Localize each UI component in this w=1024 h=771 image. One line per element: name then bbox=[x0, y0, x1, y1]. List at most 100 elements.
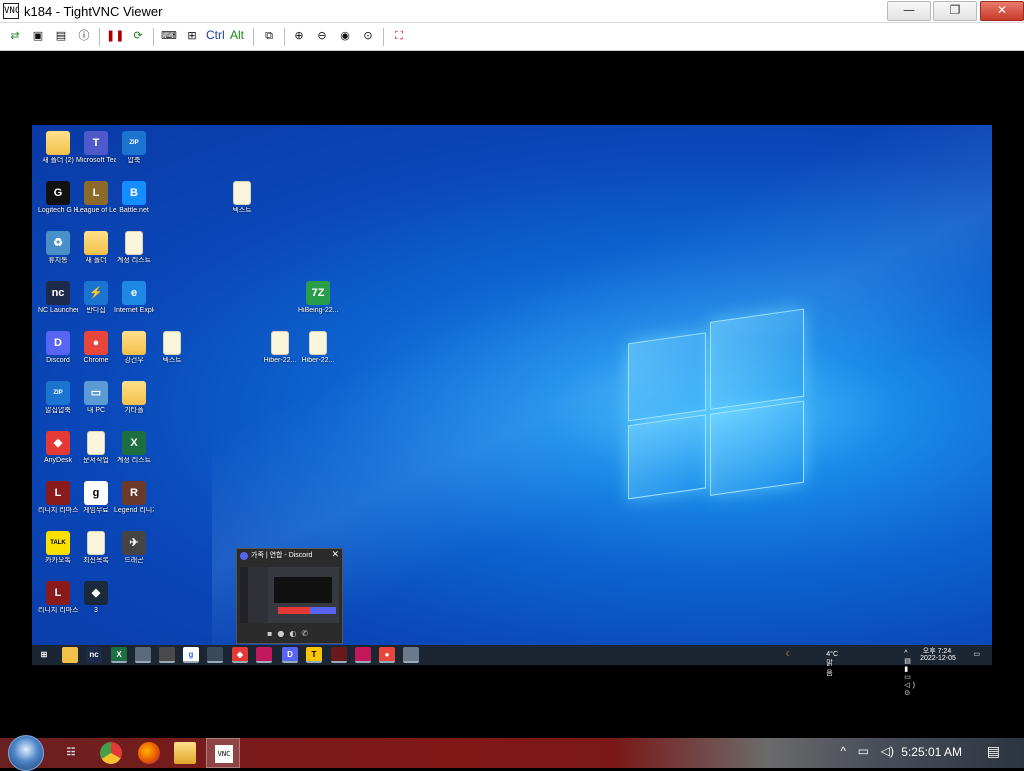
document-icon bbox=[87, 531, 105, 555]
zoom-in-icon[interactable]: ⊕ bbox=[290, 27, 308, 45]
desktop-icon[interactable]: R Legend 리니지 bbox=[114, 481, 154, 515]
start-button[interactable] bbox=[8, 735, 44, 771]
desktop-icon[interactable]: ⚡ 반디집 bbox=[76, 281, 116, 315]
desktop-icon[interactable]: ZIP 알집압축 bbox=[38, 381, 78, 415]
notification-icon[interactable]: ▭ bbox=[973, 650, 980, 658]
volume-icon[interactable]: ◁) bbox=[881, 744, 894, 758]
weather-text[interactable]: 4°C 맑음 bbox=[826, 651, 838, 678]
desktop-icon[interactable]: 기타폴 bbox=[114, 381, 154, 415]
dragon-icon: ✈ bbox=[122, 531, 146, 555]
remote-clock-date[interactable]: 2022-12-05 bbox=[916, 655, 960, 662]
host-taskbar: ☷ VNC bbox=[0, 738, 1024, 768]
desktop-icon[interactable]: ✈ 드래곤 bbox=[114, 531, 154, 565]
alt-key-button[interactable]: Alt bbox=[230, 28, 244, 42]
desktop-icon[interactable]: nc NC Launcher 2 bbox=[38, 281, 78, 315]
app-icon[interactable] bbox=[256, 647, 272, 663]
app-icon[interactable] bbox=[403, 647, 419, 663]
desktop-icon[interactable]: D Discord bbox=[38, 331, 78, 365]
ctrl-key-button[interactable]: Ctrl bbox=[206, 28, 225, 42]
desktop-icon[interactable]: 문서작업 bbox=[76, 431, 116, 465]
anydesk-icon[interactable]: ◆ bbox=[232, 647, 248, 663]
chrome-icon[interactable]: ● bbox=[379, 647, 395, 663]
desktop-icon[interactable]: Hiber-22... bbox=[298, 331, 338, 365]
windows-start-icon[interactable]: ⊞ bbox=[36, 647, 52, 663]
file-explorer-icon[interactable] bbox=[174, 742, 196, 764]
info-icon[interactable]: ⓘ bbox=[75, 27, 93, 45]
desktop-icon[interactable]: 텍스트 bbox=[152, 331, 192, 365]
game-icon[interactable]: g bbox=[183, 647, 199, 663]
desktop-icon[interactable]: L 리니지 리마스터 bbox=[38, 581, 78, 615]
discord-icon[interactable]: D bbox=[282, 647, 298, 663]
desktop-icon-label: 알집압축 bbox=[45, 407, 71, 414]
discord-window-thumbnail bbox=[240, 567, 339, 623]
desktop-icon[interactable]: ● Chrome bbox=[76, 331, 116, 365]
desktop-icon[interactable]: ZIP 압축 bbox=[114, 131, 154, 165]
tightvnc-taskbar-button[interactable]: VNC bbox=[206, 738, 240, 768]
desktop-icon[interactable]: 텍스트 bbox=[222, 181, 262, 215]
chrome-icon[interactable] bbox=[100, 742, 122, 764]
copy-clipboard-icon[interactable]: ⧉ bbox=[260, 27, 278, 45]
desktop-icon[interactable]: G Logitech G HUB bbox=[38, 181, 78, 215]
save-icon[interactable]: ▣ bbox=[29, 27, 47, 45]
refresh-icon[interactable]: ⟳ bbox=[129, 27, 147, 45]
remote-desktop[interactable]: 새 폴더 (2) T Microsoft Teams ZIP 압축 G Logitech G… bbox=[32, 125, 992, 645]
desktop-icon-label: Internet Explorer bbox=[114, 307, 154, 314]
desktop-icon[interactable]: Hiber-22... bbox=[260, 331, 300, 365]
new-connection-icon[interactable]: ⇄ bbox=[6, 27, 24, 45]
close-icon[interactable]: ✕ bbox=[331, 550, 339, 560]
desktop-icon[interactable]: ◆ 3 bbox=[76, 581, 116, 615]
file-explorer-icon[interactable] bbox=[62, 647, 78, 663]
zoom-100-icon[interactable]: ◉ bbox=[336, 27, 354, 45]
fullscreen-icon[interactable]: ⛶ bbox=[390, 27, 408, 45]
task-view-icon[interactable]: ☷ bbox=[60, 742, 82, 764]
tightvnc-icon: VNC bbox=[215, 745, 233, 763]
desktop-icon[interactable]: 새 폴더 bbox=[76, 231, 116, 265]
kakaotalk-icon[interactable]: T bbox=[306, 647, 322, 663]
app-icon[interactable] bbox=[135, 647, 151, 663]
show-hidden-icons-icon[interactable]: ^ bbox=[840, 744, 846, 758]
action-center-icon[interactable]: ▤ bbox=[987, 743, 1000, 760]
minimize-button[interactable]: — bbox=[887, 1, 931, 21]
lol-icon: L bbox=[84, 181, 108, 205]
desktop-icon[interactable]: g 게임무료 bbox=[76, 481, 116, 515]
desktop-icon[interactable]: ♻ 휴지통 bbox=[38, 231, 78, 265]
app-icon[interactable] bbox=[355, 647, 371, 663]
options-icon[interactable]: ▤ bbox=[52, 27, 70, 45]
ctrl-esc-icon[interactable]: ⊞ bbox=[183, 27, 201, 45]
desktop-icon-label: 카카오톡 bbox=[45, 557, 71, 564]
desktop-icon[interactable]: T Microsoft Teams bbox=[76, 131, 116, 165]
desktop-icon[interactable]: 최신목록 bbox=[76, 531, 116, 565]
maximize-button[interactable]: ❐ bbox=[933, 1, 977, 21]
desktop-icon[interactable]: B Battle.net bbox=[114, 181, 154, 215]
desktop-icon[interactable]: L 리니지 리마스터 bbox=[38, 481, 78, 515]
firefox-icon[interactable] bbox=[138, 742, 160, 764]
discord-icon: D bbox=[46, 331, 70, 355]
app-icon[interactable] bbox=[331, 647, 347, 663]
document-icon bbox=[271, 331, 289, 355]
excel-icon[interactable]: X bbox=[111, 647, 127, 663]
discord-call-controls[interactable]: ▪●◐✆ bbox=[267, 629, 313, 638]
nc-launcher-icon[interactable]: nc bbox=[86, 647, 102, 663]
desktop-icon[interactable]: TALK 카카오톡 bbox=[38, 531, 78, 565]
ctrl-alt-del-icon[interactable]: ⌨ bbox=[160, 27, 178, 45]
desktop-icon[interactable]: 7Z HiBeing-22... bbox=[298, 281, 338, 315]
zoom-out-icon[interactable]: ⊖ bbox=[313, 27, 331, 45]
zoom-auto-icon[interactable]: ⊙ bbox=[359, 27, 377, 45]
desktop-icon-label: Discord bbox=[46, 357, 70, 364]
desktop-icon[interactable]: L League of Legends bbox=[76, 181, 116, 215]
pause-icon[interactable]: ❚❚ bbox=[106, 27, 124, 45]
desktop-icon[interactable]: X 계정 리스트 bbox=[114, 431, 154, 465]
calculator-icon[interactable] bbox=[207, 647, 223, 663]
network-icon[interactable]: ▭ bbox=[858, 744, 869, 758]
app-icon[interactable] bbox=[159, 647, 175, 663]
discord-taskbar-preview[interactable]: 가족 | 연합 - Discord ✕ ▪●◐✆ bbox=[236, 548, 343, 644]
desktop-icon[interactable]: e Internet Explorer bbox=[114, 281, 154, 315]
desktop-icon[interactable]: 새 폴더 (2) bbox=[38, 131, 78, 165]
desktop-icon[interactable]: ◆ AnyDesk bbox=[38, 431, 78, 465]
desktop-icon[interactable]: 계정 리스트 bbox=[114, 231, 154, 265]
folder-icon bbox=[84, 231, 108, 255]
desktop-icon[interactable]: ▭ 내 PC bbox=[76, 381, 116, 415]
host-clock[interactable]: 5:25:01 AM bbox=[901, 745, 962, 759]
close-button[interactable]: ✕ bbox=[980, 1, 1024, 21]
desktop-icon[interactable]: 강건우 bbox=[114, 331, 154, 365]
